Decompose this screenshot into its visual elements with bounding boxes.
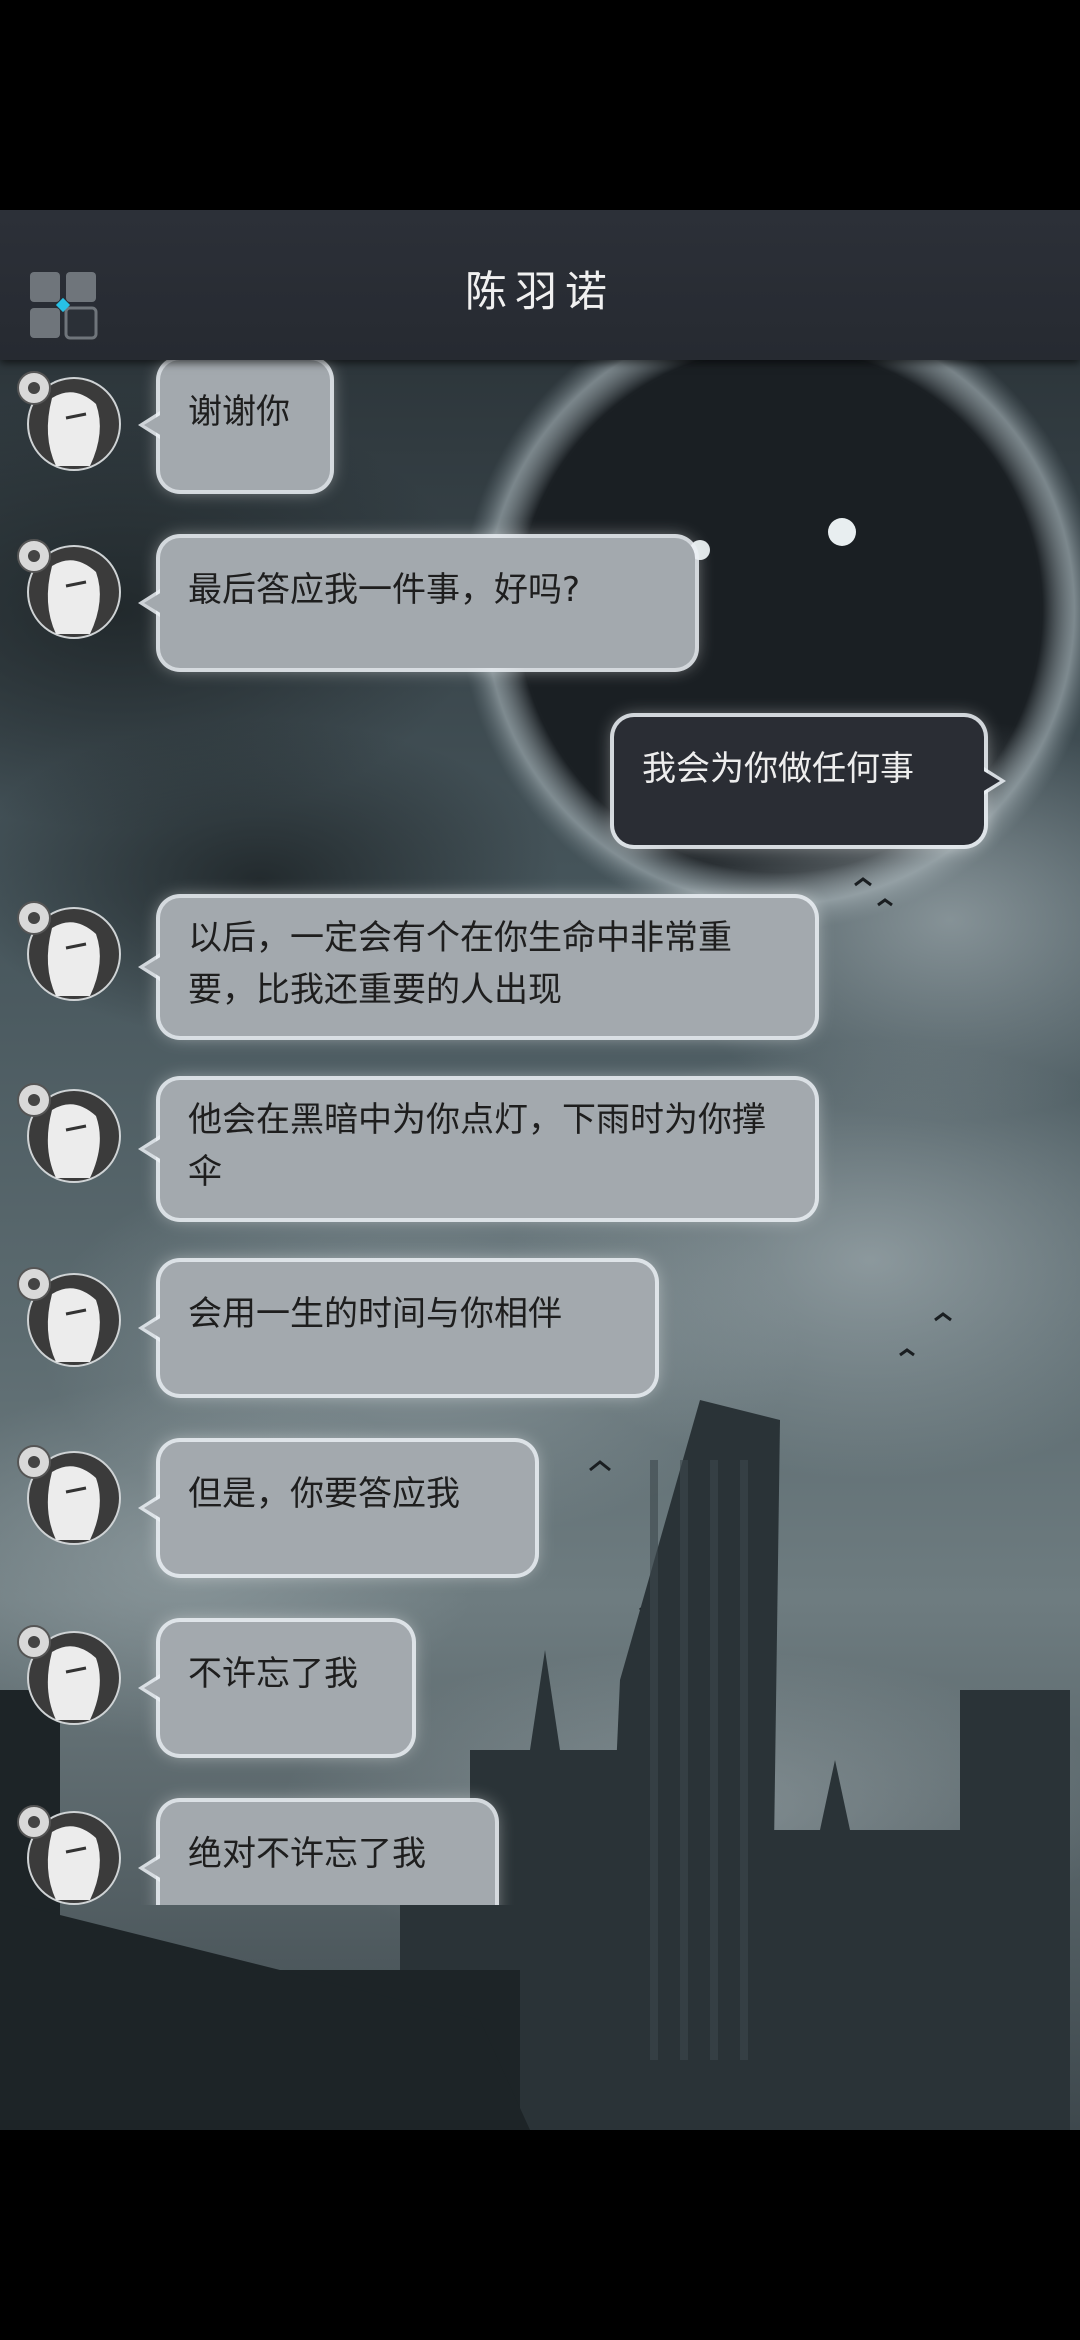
message-text: 但是，你要答应我 [188, 1474, 460, 1514]
bottom-letterbox [0, 2130, 1080, 2340]
message-bubble-incoming[interactable]: 他会在黑暗中为你点灯，下雨时为你撑伞 [138, 1080, 815, 1218]
contact-avatar[interactable] [12, 1080, 124, 1192]
message-bubble-incoming[interactable]: 谢谢你 [138, 360, 330, 490]
contact-avatar[interactable] [12, 1264, 124, 1376]
message-text: 我会为你做任何事 [642, 749, 914, 789]
message-text: 以后，一定会有个在你生命中非常重要，比我还重要的人出现 [188, 918, 732, 1010]
message-text: 谢谢你 [188, 392, 290, 432]
message-text: 绝对不许忘了我 [188, 1834, 426, 1874]
contact-avatar[interactable] [12, 898, 124, 1010]
phone-screen: 陈羽诺 谢谢你 最后答应我一件事，好吗? 我会为你做任何事 以后，一定会有个在你… [0, 0, 1080, 2340]
message-bubble-incoming[interactable]: 绝对不许忘了我 [138, 1802, 495, 1905]
app-header: 陈羽诺 [0, 210, 1080, 360]
message-bubble-outgoing[interactable]: 我会为你做任何事 [614, 717, 1006, 845]
message-text: 不许忘了我 [188, 1654, 358, 1694]
message-text: 最后答应我一件事，好吗? [188, 570, 581, 610]
contact-avatar[interactable] [12, 1442, 124, 1554]
contact-name-title: 陈羽诺 [464, 267, 615, 316]
top-letterbox [0, 0, 1080, 210]
message-bubble-incoming[interactable]: 以后，一定会有个在你生命中非常重要，比我还重要的人出现 [138, 898, 815, 1036]
contact-avatar[interactable] [12, 536, 124, 648]
contact-avatar[interactable] [12, 368, 124, 480]
message-bubble-incoming[interactable]: 最后答应我一件事，好吗? [138, 538, 695, 668]
message-list[interactable]: 谢谢你 最后答应我一件事，好吗? 我会为你做任何事 以后，一定会有个在你生命中非… [0, 360, 1080, 1905]
contact-avatar[interactable] [12, 1622, 124, 1734]
message-bubble-incoming[interactable]: 但是，你要答应我 [138, 1442, 535, 1574]
message-bubble-incoming[interactable]: 会用一生的时间与你相伴 [138, 1262, 655, 1394]
message-text: 会用一生的时间与你相伴 [188, 1294, 562, 1334]
message-bubble-incoming[interactable]: 不许忘了我 [138, 1622, 412, 1754]
contact-avatar[interactable] [12, 1802, 124, 1905]
message-text: 他会在黑暗中为你点灯，下雨时为你撑伞 [188, 1100, 766, 1192]
